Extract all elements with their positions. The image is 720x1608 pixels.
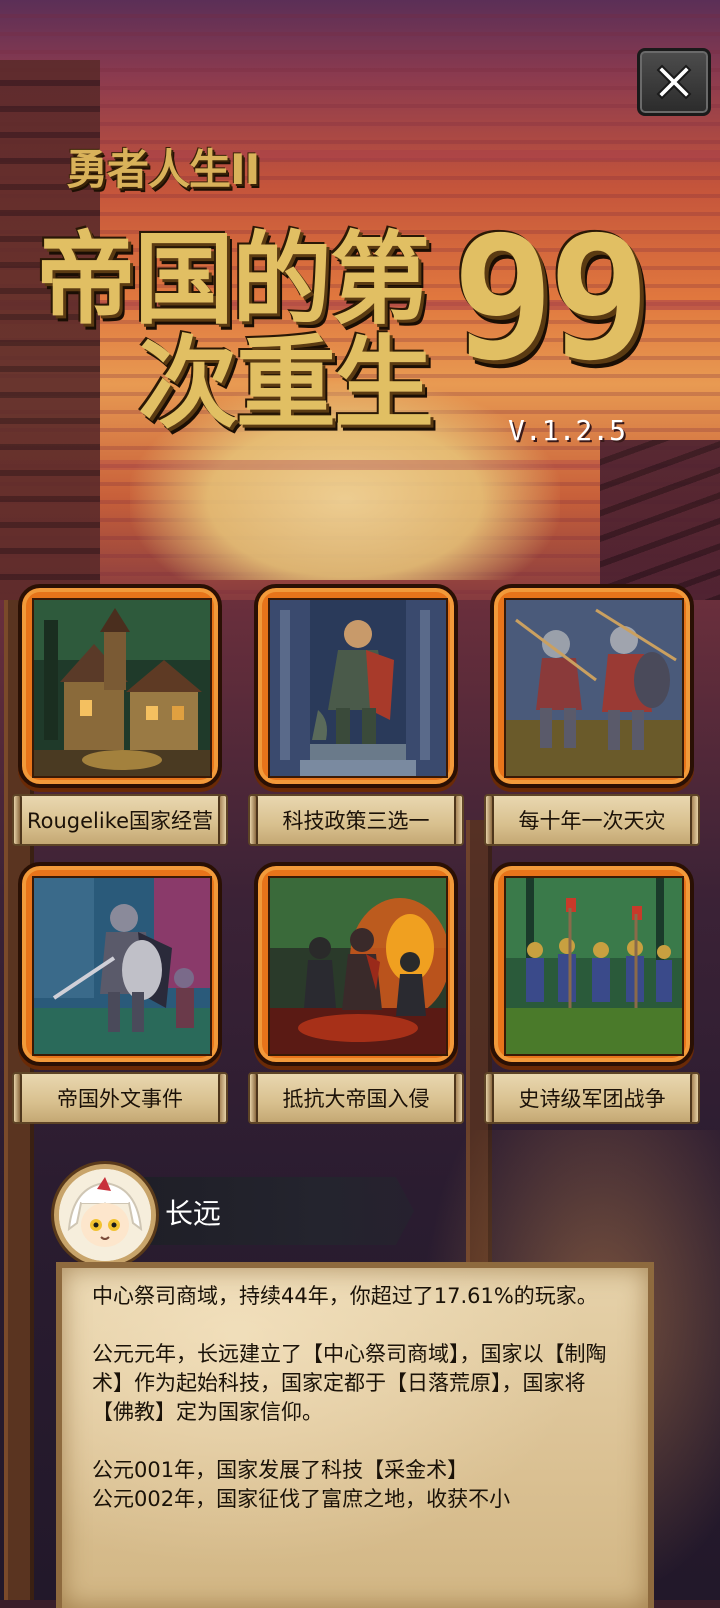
marching-army-art	[504, 876, 684, 1056]
medieval-town-art	[32, 598, 212, 778]
burning-battle-art	[268, 876, 448, 1056]
feature-label: 抵抗大帝国入侵	[248, 1072, 464, 1124]
log-spacer	[92, 1311, 620, 1340]
player-avatar[interactable]	[54, 1164, 156, 1266]
game-subtitle: 勇者人生II	[66, 145, 260, 194]
chibi-avatar-icon	[59, 1169, 151, 1261]
player-name-bar	[112, 1177, 414, 1245]
history-log: 中心祭司商域，持续44年，你超过了17.61%的玩家。 公元元年，长远建立了【中…	[92, 1282, 620, 1514]
version-label: V.1.2.5	[508, 414, 627, 447]
feature-label: 史诗级军团战争	[484, 1072, 700, 1124]
feature-label: 科技政策三选一	[248, 794, 464, 846]
log-entry: 公元元年，长远建立了【中心祭司商域】，国家以【制陶术】作为起始科技，国家定都于【…	[92, 1342, 607, 1424]
history-log-panel[interactable]: 中心祭司商域，持续44年，你超过了17.61%的玩家。 公元元年，长远建立了【中…	[56, 1262, 654, 1608]
close-button[interactable]	[637, 48, 711, 116]
feature-label: 每十年一次天灾	[484, 794, 700, 846]
close-icon	[656, 64, 692, 100]
knight-statue-art	[268, 598, 448, 778]
feature-label: 帝国外文事件	[12, 1072, 228, 1124]
log-entry: 公元002年，国家征伐了富庶之地，收获不小	[92, 1487, 511, 1511]
knight-with-shield-art	[32, 876, 212, 1056]
charging-soldiers-art	[504, 598, 684, 778]
feature-label: Rougelike国家经营	[12, 794, 228, 846]
game-title-line2: 次重生	[138, 325, 434, 442]
player-name: 长远	[165, 1197, 222, 1230]
log-summary: 中心祭司商域，持续44年，你超过了17.61%的玩家。	[92, 1284, 598, 1308]
log-entry: 公元001年，国家发展了科技【采金术】	[92, 1458, 469, 1482]
log-spacer	[92, 1427, 620, 1456]
game-title-number: 99	[452, 200, 651, 398]
